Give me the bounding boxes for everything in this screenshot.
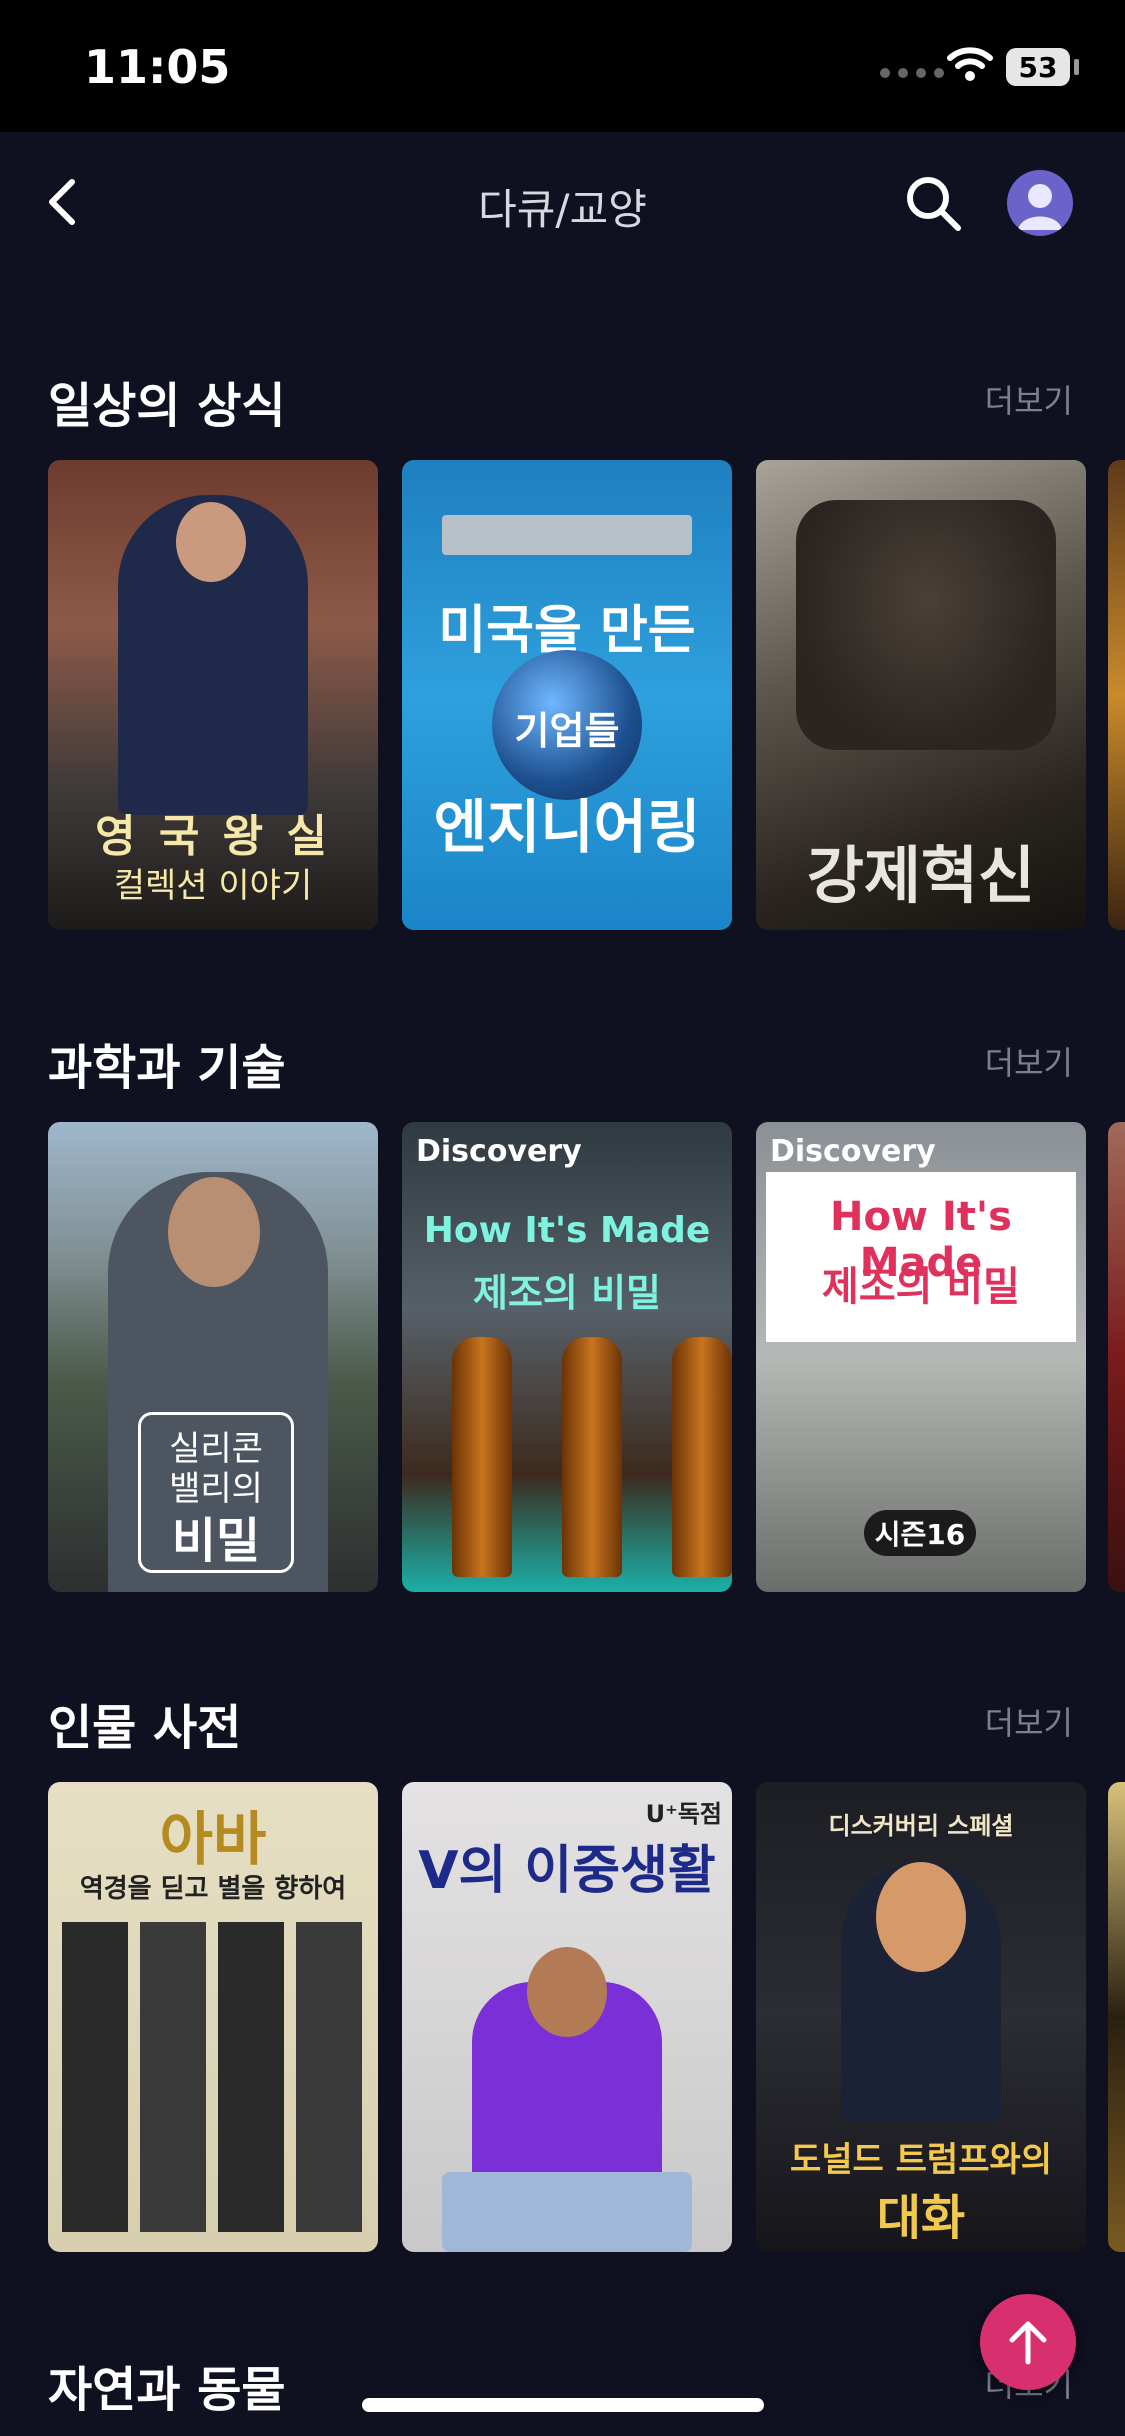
- photo-strip: [218, 1922, 284, 2232]
- cellular-signal-icon: [880, 68, 944, 78]
- section-title: 일상의 상식: [48, 378, 286, 434]
- photo-strip: [62, 1922, 128, 2232]
- bottle-graphic: [452, 1337, 512, 1577]
- poster-subtitle: 역경을 딛고 별을 향하여: [79, 1874, 347, 1904]
- scroll-to-top-button[interactable]: [980, 2294, 1076, 2390]
- poster-title-2: 대화: [876, 2190, 966, 2246]
- poster-peek[interactable]: [1108, 1782, 1125, 2252]
- poster-figure-legs: [442, 2172, 692, 2252]
- poster-peek[interactable]: [1108, 460, 1125, 930]
- poster-subtitle: 기업들: [514, 709, 620, 753]
- poster-title-3: 비밀: [171, 1513, 261, 1569]
- season-badge: 시즌16: [864, 1510, 976, 1556]
- poster-title: 강제혁신: [806, 839, 1036, 912]
- poster-row: 실리콘 밸리의 비밀 Discovery How It's Made 제조의 비…: [48, 1122, 1125, 1594]
- poster-royal-collection[interactable]: 영 국 왕 실 컬렉션 이야기: [48, 460, 378, 930]
- section-title: 자연과 동물: [48, 2362, 286, 2418]
- poster-title-panel: How It's Made 제조의 비밀: [766, 1172, 1076, 1342]
- search-icon[interactable]: [902, 172, 964, 234]
- poster-v-double-life[interactable]: U⁺독점 V의 이중생활: [402, 1782, 732, 2252]
- poster-how-its-made-1[interactable]: Discovery How It's Made 제조의 비밀: [402, 1122, 732, 1592]
- more-link[interactable]: 더보기: [985, 1038, 1073, 1084]
- poster-kicker: 디스커버리 스페셜: [828, 1812, 1014, 1840]
- poster-forced-innovation[interactable]: 강제혁신: [756, 460, 1086, 930]
- poster-title: How It's Made: [423, 1210, 711, 1251]
- poster-figure-head: [176, 502, 246, 582]
- poster-title: 영 국 왕 실: [95, 811, 331, 862]
- profile-avatar[interactable]: [1007, 170, 1073, 236]
- poster-title: 도널드 트럼프와의: [789, 2140, 1053, 2180]
- poster-figure-head: [876, 1862, 966, 1972]
- status-bar: 11:05 53: [0, 0, 1125, 132]
- battery-tip: [1074, 59, 1079, 75]
- poster-peek[interactable]: [1108, 1122, 1125, 1592]
- poster-abba[interactable]: 아바 역경을 딛고 별을 향하여: [48, 1782, 378, 2252]
- poster-title-box: 실리콘 밸리의 비밀: [138, 1412, 294, 1573]
- poster-row: 아바 역경을 딛고 별을 향하여 U⁺독점 V의 이중생활 디스커버리 스페셜 …: [48, 1782, 1125, 2254]
- poster-row: 영 국 왕 실 컬렉션 이야기 미국을 만든 기업들 엔지니어링 강제혁신: [48, 460, 1125, 932]
- poster-subtitle: 제조의 비밀: [472, 1271, 662, 1315]
- discovery-logo: Discovery: [770, 1134, 936, 1169]
- poster-title: V의 이중생활: [418, 1841, 716, 1901]
- bottle-graphic: [672, 1337, 732, 1577]
- poster-trump-conversation[interactable]: 디스커버리 스페셜 도널드 트럼프와의 대화: [756, 1782, 1086, 2252]
- section-title: 과학과 기술: [48, 1040, 286, 1096]
- photo-strip: [296, 1922, 362, 2232]
- poster-subtitle: 제조의 비밀: [822, 1264, 1020, 1310]
- bottle-graphic: [562, 1337, 622, 1577]
- poster-subtitle: 컬렉션 이야기: [113, 866, 313, 906]
- poster-title-2: 엔지니어링: [433, 793, 701, 861]
- poster-figure-head: [168, 1177, 260, 1287]
- more-link[interactable]: 더보기: [985, 376, 1073, 422]
- poster-figure-head: [527, 1947, 607, 2037]
- status-time: 11:05: [84, 40, 231, 94]
- exclusive-badge: U⁺독점: [645, 1800, 722, 1828]
- wifi-icon: [947, 47, 993, 81]
- app-header: 다큐/교양: [0, 132, 1125, 272]
- arrow-up-icon: [1009, 2321, 1047, 2365]
- discovery-logo: Discovery: [416, 1134, 582, 1169]
- section-title: 인물 사전: [48, 1700, 242, 1756]
- poster-figurines: [796, 500, 1056, 750]
- poster-caliper: [442, 515, 692, 555]
- poster-how-its-made-16[interactable]: Discovery How It's Made 제조의 비밀 시즌16: [756, 1122, 1086, 1592]
- poster-silicon-valley[interactable]: 실리콘 밸리의 비밀: [48, 1122, 378, 1592]
- poster-engineering[interactable]: 미국을 만든 기업들 엔지니어링: [402, 460, 732, 930]
- photo-strip: [140, 1922, 206, 2232]
- poster-title: 아바: [159, 1805, 267, 1873]
- battery-indicator: 53: [1006, 48, 1070, 86]
- home-indicator: [362, 2398, 764, 2412]
- user-icon: [1018, 184, 1062, 230]
- more-link[interactable]: 더보기: [985, 1698, 1073, 1744]
